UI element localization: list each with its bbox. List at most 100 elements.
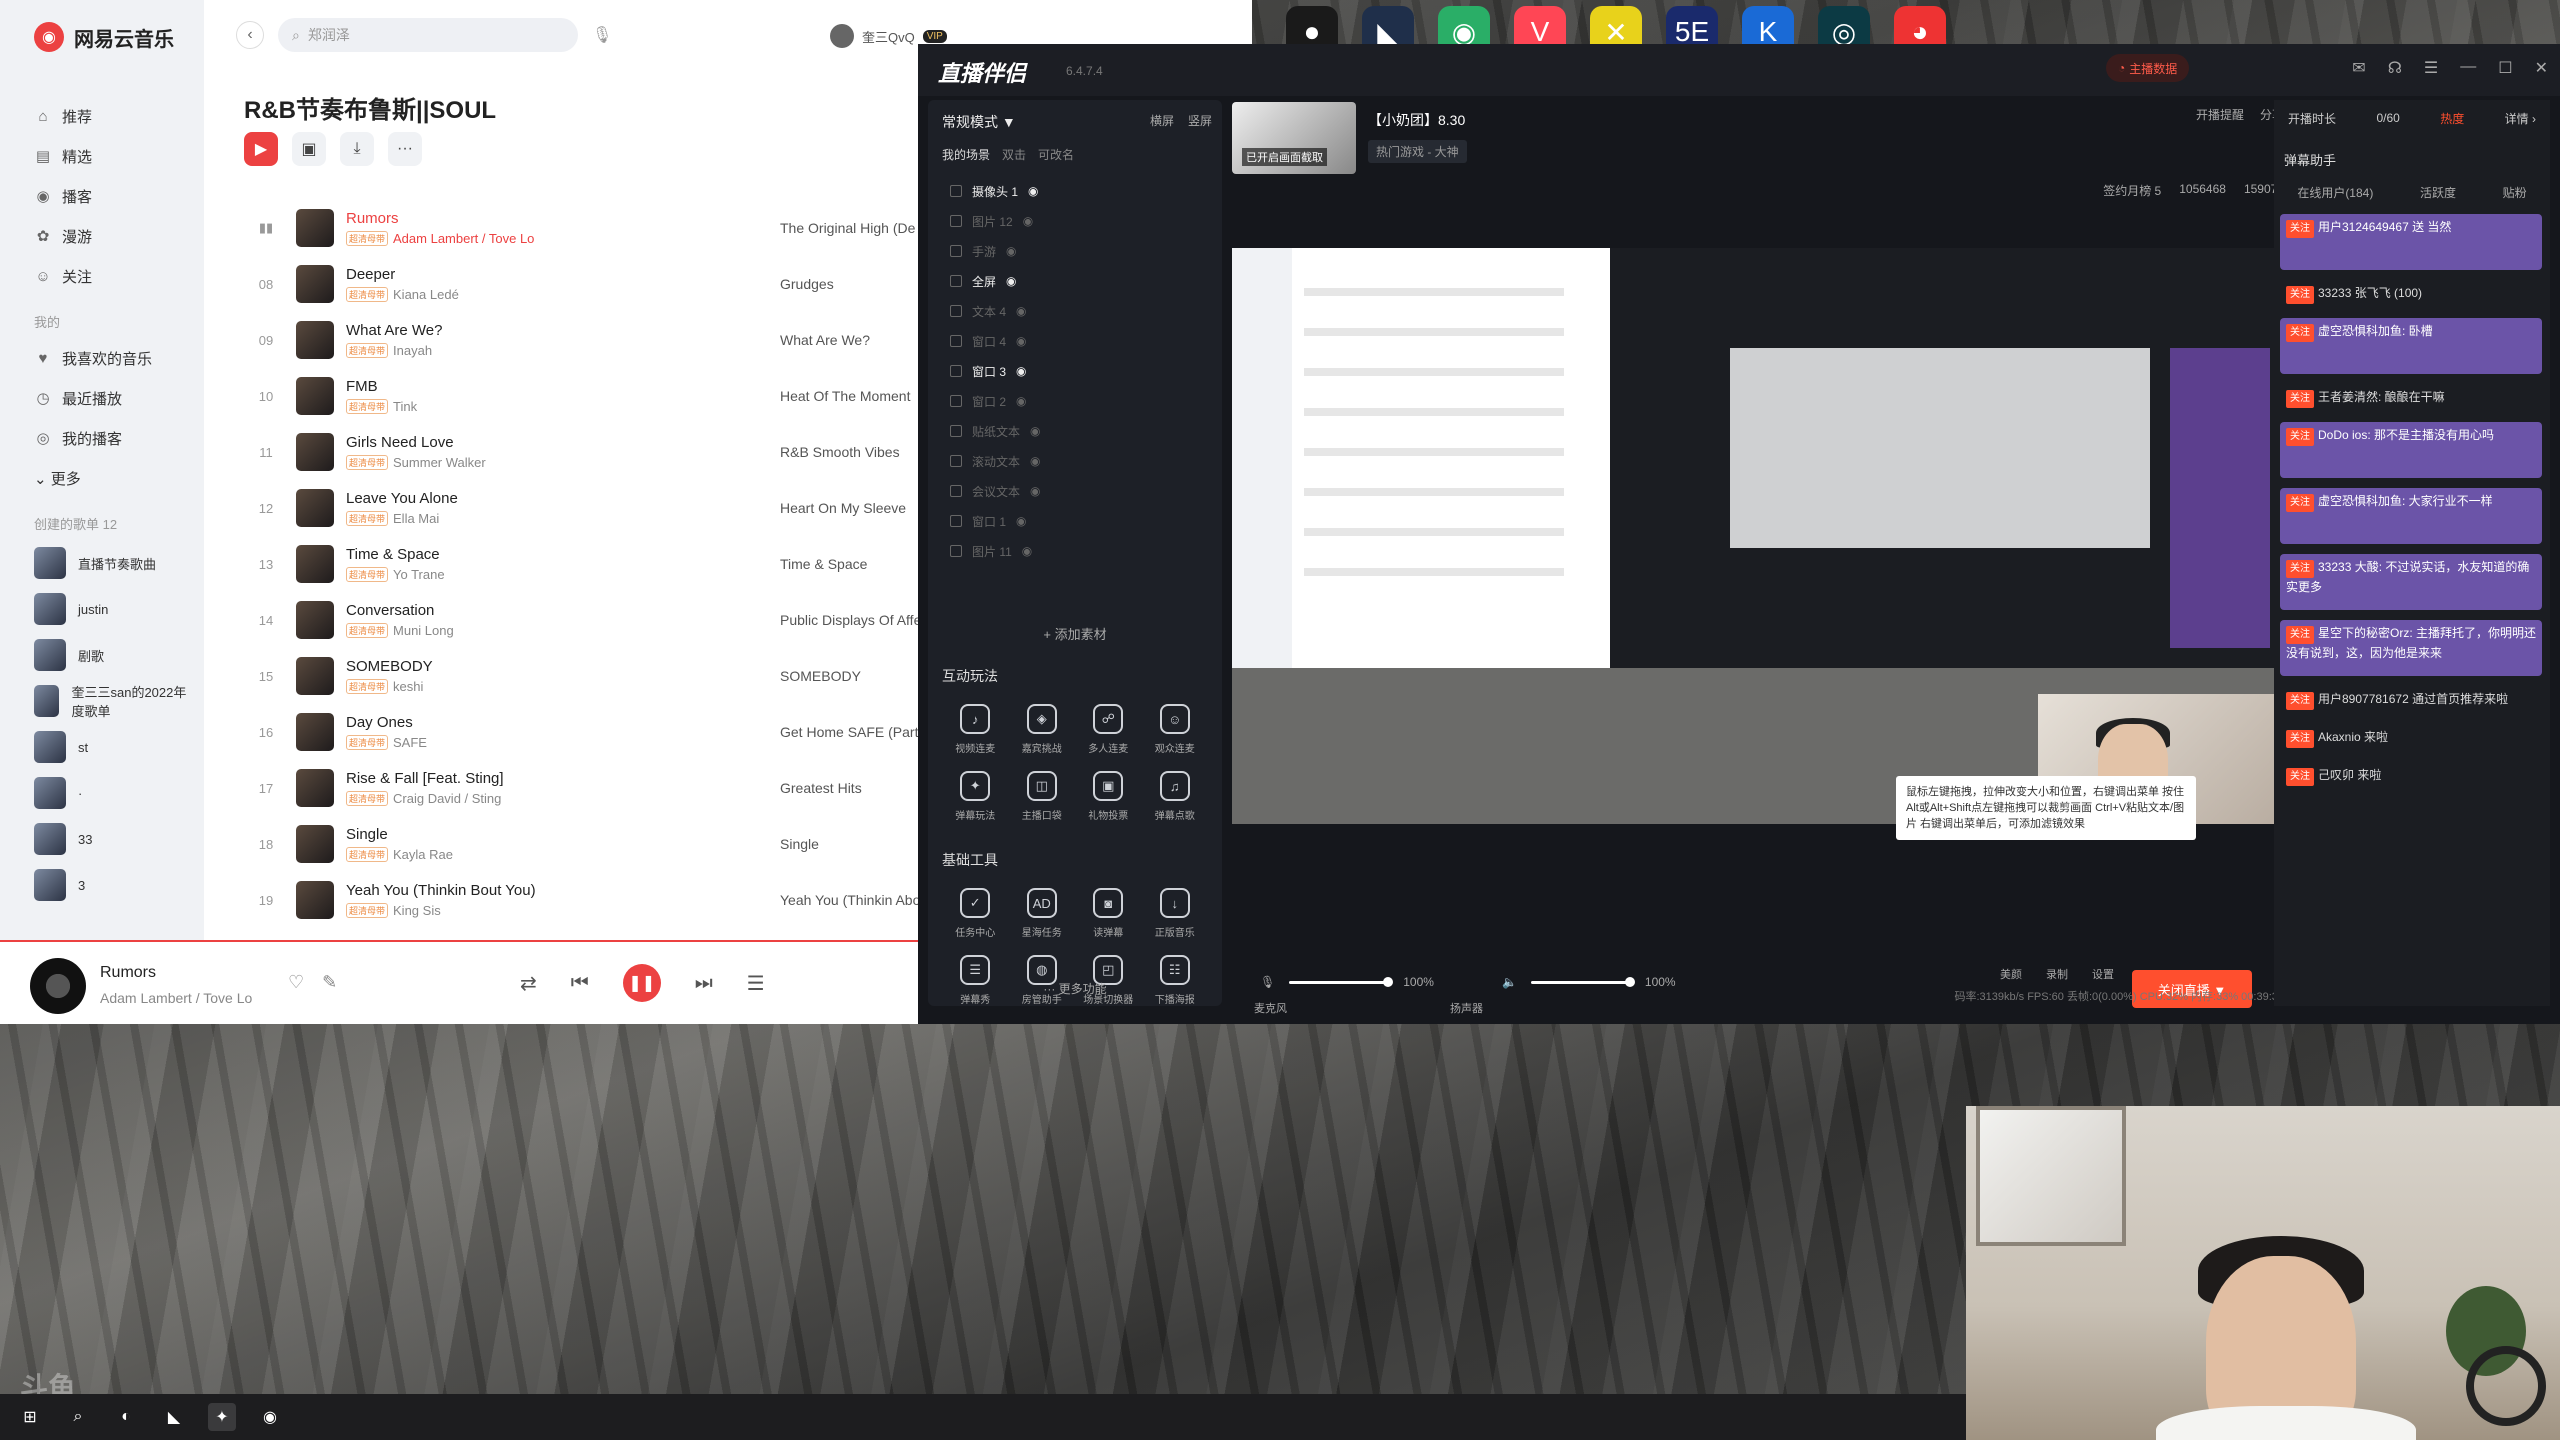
- follow-badge[interactable]: 关注: [2286, 692, 2314, 710]
- eye-icon[interactable]: ◉: [1006, 244, 1016, 258]
- eye-icon[interactable]: ◉: [1016, 334, 1026, 348]
- pause-button[interactable]: ❚❚: [622, 964, 661, 1002]
- song-album[interactable]: Greatest Hits: [780, 780, 862, 796]
- scene-item[interactable]: 手游 ◉: [942, 236, 1208, 266]
- orientation-1[interactable]: 竖屏: [1188, 112, 1212, 129]
- tool-button[interactable]: AD 星海任务: [1009, 888, 1076, 939]
- chat-tab-0[interactable]: 在线用户(184): [2297, 184, 2373, 201]
- speaker-volume-slider[interactable]: [1530, 976, 1635, 987]
- close-icon[interactable]: ✕: [2535, 58, 2548, 78]
- song-album[interactable]: Grudges: [780, 276, 834, 292]
- sidebar-item-1[interactable]: ▤ 精选: [34, 136, 194, 176]
- song-artist-name[interactable]: Yo Trane: [393, 567, 445, 582]
- speaker-icon[interactable]: 🔈: [1502, 975, 1517, 989]
- song-album[interactable]: Single: [780, 836, 819, 852]
- eye-icon[interactable]: ◉: [1016, 514, 1026, 528]
- microphone-icon[interactable]: 🎙: [1260, 975, 1275, 989]
- room-category[interactable]: 热门游戏 - 大神: [1368, 140, 1467, 163]
- bottom-tool-0[interactable]: 美颜: [2000, 966, 2022, 982]
- scene-item[interactable]: 文本 4 ◉: [942, 296, 1208, 326]
- back-button[interactable]: ‹: [236, 21, 264, 49]
- scene-checkbox[interactable]: [950, 215, 962, 227]
- eye-icon[interactable]: ◉: [1028, 184, 1038, 198]
- song-album[interactable]: Get Home SAFE (Part: [780, 724, 918, 740]
- song-title[interactable]: Rise & Fall [Feat. Sting]: [346, 770, 786, 787]
- more-link[interactable]: ⌄ 更多: [34, 458, 194, 498]
- song-title[interactable]: What Are We?: [346, 322, 786, 339]
- scene-checkbox[interactable]: [950, 515, 962, 527]
- my-item-0[interactable]: ♥ 我喜欢的音乐: [34, 338, 194, 378]
- avatar[interactable]: [830, 24, 854, 48]
- my-item-2[interactable]: ◎ 我的播客: [34, 418, 194, 458]
- song-title[interactable]: Girls Need Love: [346, 434, 786, 451]
- scene-checkbox[interactable]: [950, 305, 962, 317]
- follow-badge[interactable]: 关注: [2286, 494, 2314, 512]
- chat-tab-1[interactable]: 活跃度: [2420, 184, 2456, 201]
- song-title[interactable]: Yeah You (Thinkin Bout You): [346, 882, 786, 899]
- song-artist-name[interactable]: SAFE: [393, 735, 427, 750]
- scene-checkbox[interactable]: [950, 275, 962, 287]
- follow-badge[interactable]: 关注: [2286, 626, 2314, 644]
- song-album[interactable]: Heart On My Sleeve: [780, 500, 906, 516]
- song-artist-name[interactable]: keshi: [393, 679, 423, 694]
- song-title[interactable]: FMB: [346, 378, 786, 395]
- song-artist-name[interactable]: Kayla Rae: [393, 847, 453, 862]
- add-material-button[interactable]: + 添加素材: [928, 624, 1222, 643]
- song-artist-name[interactable]: Summer Walker: [393, 455, 486, 470]
- playlist-queue-icon[interactable]: ☰: [747, 971, 765, 996]
- play-all-button[interactable]: ▶: [244, 132, 278, 166]
- scene-checkbox[interactable]: [950, 245, 962, 257]
- sidebar-item-0[interactable]: ⌂ 推荐: [34, 96, 194, 136]
- follow-badge[interactable]: 关注: [2286, 324, 2314, 342]
- song-album[interactable]: Heat Of The Moment: [780, 388, 910, 404]
- scene-tab-0[interactable]: 我的场景: [942, 146, 990, 163]
- eye-icon[interactable]: ◉: [1030, 484, 1040, 498]
- playlist-item[interactable]: st: [34, 724, 194, 770]
- anchor-data-button[interactable]: ◔ 主播数据: [2106, 54, 2190, 82]
- scene-checkbox[interactable]: [950, 425, 962, 437]
- scene-item[interactable]: 会议文本 ◉: [942, 476, 1208, 506]
- room-cover[interactable]: 已开启画面截取: [1232, 102, 1356, 174]
- code-editor-icon[interactable]: ◣: [160, 1403, 188, 1431]
- song-album[interactable]: The Original High (De: [780, 220, 915, 236]
- follow-badge[interactable]: 关注: [2286, 730, 2314, 748]
- song-title[interactable]: Time & Space: [346, 546, 786, 563]
- menu-icon[interactable]: ☰: [2424, 58, 2438, 78]
- scene-checkbox[interactable]: [950, 365, 962, 377]
- song-album[interactable]: SOMEBODY: [780, 668, 861, 684]
- follow-badge[interactable]: 关注: [2286, 220, 2314, 238]
- song-album[interactable]: What Are We?: [780, 332, 870, 348]
- interactive-button[interactable]: ◈ 嘉宾挑战: [1009, 704, 1076, 755]
- follow-badge[interactable]: 关注: [2286, 286, 2314, 304]
- scene-checkbox[interactable]: [950, 335, 962, 347]
- download-button[interactable]: ⤓: [340, 132, 374, 166]
- minimize-icon[interactable]: —: [2460, 58, 2476, 78]
- eye-icon[interactable]: ◉: [1023, 214, 1033, 228]
- scene-item[interactable]: 图片 11 ◉: [942, 536, 1208, 566]
- scene-item[interactable]: 贴纸文本 ◉: [942, 416, 1208, 446]
- chat-tab-2[interactable]: 贴粉: [2503, 184, 2527, 201]
- playlist-item[interactable]: 3: [34, 862, 194, 908]
- song-title[interactable]: Conversation: [346, 602, 786, 619]
- song-album[interactable]: Yeah You (Thinkin Abo: [780, 892, 920, 908]
- sidebar-item-4[interactable]: ☺ 关注: [34, 256, 194, 296]
- windows-start-icon[interactable]: ⊞: [16, 1403, 44, 1431]
- scene-item[interactable]: 滚动文本 ◉: [942, 446, 1208, 476]
- headset-icon[interactable]: ☊: [2388, 58, 2402, 78]
- tool-button[interactable]: ✓ 任务中心: [942, 888, 1009, 939]
- eye-icon[interactable]: ◉: [1016, 304, 1026, 318]
- eye-icon[interactable]: ◉: [1022, 544, 1032, 558]
- song-title[interactable]: Deeper: [346, 266, 786, 283]
- scene-tab-2[interactable]: 可改名: [1038, 146, 1074, 163]
- bottom-tool-1[interactable]: 录制: [2046, 966, 2068, 982]
- like-icon[interactable]: ♡: [288, 972, 304, 993]
- interactive-button[interactable]: ✦ 弹幕玩法: [942, 771, 1009, 822]
- sidebar-item-3[interactable]: ✿ 漫游: [34, 216, 194, 256]
- follow-badge[interactable]: 关注: [2286, 428, 2314, 446]
- playlist-item[interactable]: justin: [34, 586, 194, 632]
- search-input[interactable]: ⌕ 郑润泽: [278, 18, 578, 52]
- search-icon[interactable]: ⌕: [64, 1403, 92, 1431]
- my-item-1[interactable]: ◷ 最近播放: [34, 378, 194, 418]
- interactive-button[interactable]: ♫ 弹幕点歌: [1142, 771, 1209, 822]
- mode-select[interactable]: 常规模式 ▼: [942, 112, 1016, 132]
